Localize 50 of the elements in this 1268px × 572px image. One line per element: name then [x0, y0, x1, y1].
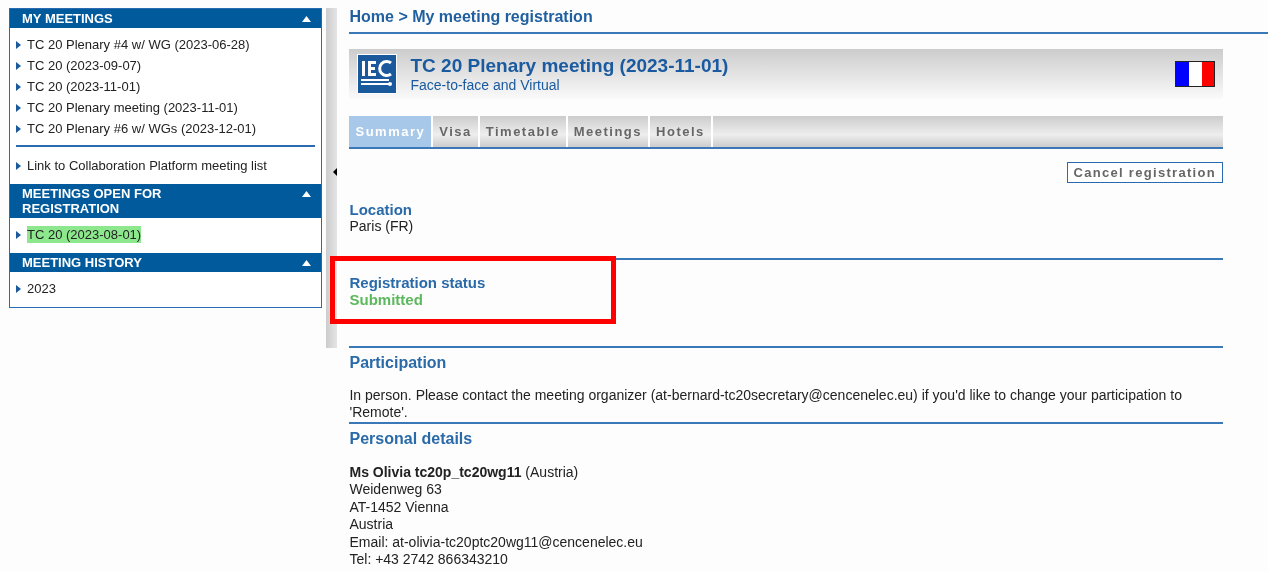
meeting-subtitle: Face-to-face and Virtual: [410, 77, 561, 93]
splitter-bar[interactable]: [325, 8, 338, 348]
arrow-icon: [16, 61, 21, 70]
detail-line: Tel: +43 2742 866343210: [349, 551, 509, 569]
arrow-icon: [16, 284, 21, 293]
logo-icon: [357, 54, 398, 94]
section-heading: Location: [349, 201, 413, 218]
cancel-registration-button[interactable]: Cancel registration: [1066, 162, 1223, 183]
meeting-title: TC 20 Plenary meeting (2023-11-01): [410, 55, 730, 77]
meeting-link[interactable]: 2023: [27, 280, 56, 297]
tab[interactable]: Meetings: [567, 116, 651, 147]
collapse-left-icon[interactable]: [333, 168, 338, 176]
meeting-link[interactable]: Link to Collaboration Platform meeting list: [27, 157, 267, 174]
meeting-link[interactable]: TC 20 (2023-09-07): [27, 57, 142, 74]
meeting-link[interactable]: TC 20 Plenary meeting (2023-11-01): [27, 99, 238, 116]
section-header[interactable]: MEETING HISTORY: [10, 253, 321, 272]
meeting-link[interactable]: TC 20 (2023-08-01): [27, 226, 142, 243]
section-heading: Personal details: [349, 428, 474, 448]
arrow-icon: [16, 82, 21, 91]
tab[interactable]: Visa: [433, 116, 480, 147]
section-header[interactable]: MY MEETINGS: [10, 9, 321, 28]
meeting-link[interactable]: TC 20 Plenary #4 w/ WG (2023-06-28): [27, 36, 250, 53]
meeting-link[interactable]: TC 20 (2023-11-01): [27, 78, 141, 95]
section-title: MEETING HISTORY: [22, 255, 142, 270]
detail-line: Austria: [349, 516, 395, 534]
detail-line: Email: at-olivia-tc20ptc20wg11@cencenelec.eu: [349, 533, 644, 551]
tab[interactable]: Timetable: [479, 116, 568, 147]
arrow-icon: [16, 230, 21, 239]
status-value: Submitted: [349, 290, 423, 308]
collapse-icon[interactable]: [301, 191, 311, 197]
detail-line: AT-1452 Vienna: [349, 498, 450, 516]
detail-line: Weidenweg 63: [349, 481, 443, 499]
section-title: MY MEETINGS: [22, 11, 113, 26]
breadcrumb: Home > My meeting registration: [349, 0, 1268, 34]
collapse-icon[interactable]: [301, 260, 311, 266]
section-heading: Registration status: [349, 273, 487, 291]
section-title: MEETINGS OPEN FOR REGISTRATION: [22, 186, 163, 216]
detail-line: Ms Olivia tc20p_tc20wg11 (Austria): [349, 463, 580, 481]
meeting-link[interactable]: TC 20 Plenary #6 w/ WGs (2023-12-01): [27, 120, 257, 137]
location-value: Paris (FR): [349, 218, 415, 236]
section-heading: Participation: [349, 352, 448, 372]
tab[interactable]: Hotels: [650, 116, 713, 147]
flag-icon: [1175, 61, 1215, 87]
collapse-icon[interactable]: [301, 16, 311, 22]
section-header[interactable]: MEETINGS OPEN FOR REGISTRATION: [10, 184, 321, 218]
arrow-icon: [16, 161, 21, 170]
arrow-icon: [16, 103, 21, 112]
arrow-icon: [16, 124, 21, 133]
arrow-icon: [16, 40, 21, 49]
participation-text: In person. Please contact the meeting organizer (at-bernard-tc20secretary@cencenelec.eu) if you'd like to change your participation to 'Remote'.: [349, 386, 1183, 422]
